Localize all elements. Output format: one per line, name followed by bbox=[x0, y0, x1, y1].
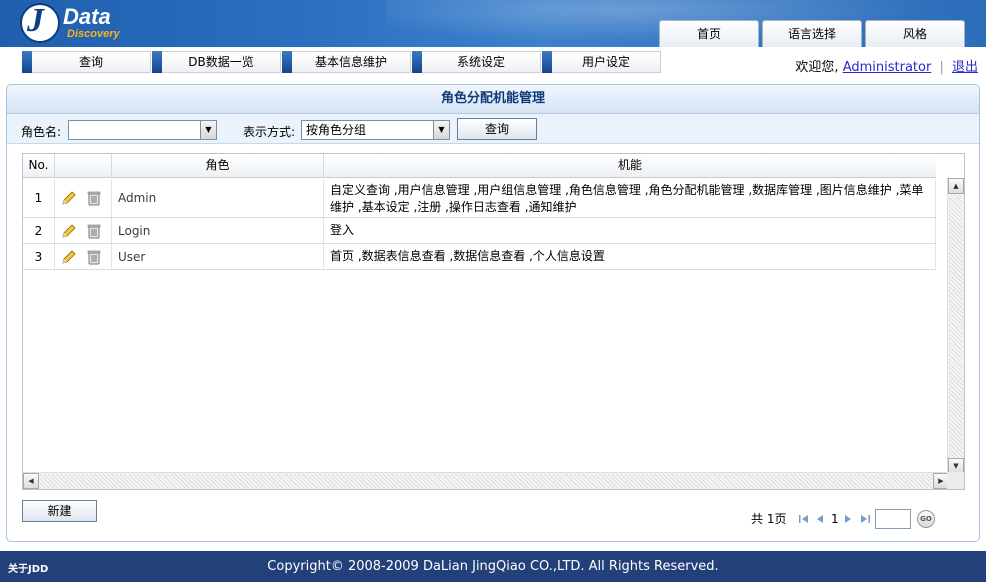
filter-bar: 角色名: ▼ 表示方式: 按角色分组 ▼ 查询 bbox=[7, 114, 979, 144]
row-role: Admin bbox=[112, 179, 324, 217]
role-name-label: 角色名: bbox=[21, 125, 62, 139]
welcome-area: 欢迎您, Administrator | 退出 bbox=[795, 56, 978, 75]
role-name-select[interactable]: ▼ bbox=[68, 120, 217, 140]
row-no: 3 bbox=[23, 244, 55, 269]
delete-trash-icon[interactable] bbox=[86, 249, 102, 265]
page-number-input[interactable] bbox=[875, 509, 911, 529]
display-mode-label: 表示方式: bbox=[243, 125, 296, 139]
delete-trash-icon[interactable] bbox=[86, 190, 102, 206]
row-no: 1 bbox=[23, 179, 55, 217]
horizontal-scrollbar[interactable]: ◀ ▶ bbox=[23, 472, 949, 489]
first-page-icon[interactable] bbox=[798, 513, 810, 525]
chevron-down-icon[interactable]: ▼ bbox=[433, 121, 449, 139]
row-role: User bbox=[112, 244, 324, 269]
role-grid: No. 角色 机能 1 Admin 自定义查询 ,用户信息管理 ,用户组信息管理… bbox=[22, 153, 965, 490]
row-functions: 首页 ,数据表信息查看 ,数据信息查看 ,个人信息设置 bbox=[324, 244, 936, 269]
search-button[interactable]: 查询 bbox=[457, 118, 537, 140]
row-actions bbox=[55, 218, 112, 243]
logo-name: Data bbox=[63, 4, 111, 29]
tab-language[interactable]: 语言选择 bbox=[762, 20, 862, 47]
row-actions bbox=[55, 179, 112, 217]
row-actions bbox=[55, 244, 112, 269]
user-link[interactable]: Administrator bbox=[843, 60, 932, 75]
display-mode-value: 按角色分组 bbox=[306, 123, 367, 137]
header-actions bbox=[55, 154, 112, 178]
nav-user-settings[interactable]: 用户设定 bbox=[542, 51, 661, 73]
row-functions: 登入 bbox=[324, 218, 936, 243]
delete-trash-icon[interactable] bbox=[86, 223, 102, 239]
header-role: 角色 bbox=[112, 154, 324, 178]
edit-pencil-icon[interactable] bbox=[61, 223, 77, 239]
header-no: No. bbox=[23, 154, 55, 178]
display-mode-select[interactable]: 按角色分组 ▼ bbox=[301, 120, 450, 140]
scroll-track[interactable] bbox=[40, 474, 932, 488]
last-page-icon[interactable] bbox=[859, 513, 871, 525]
vertical-scrollbar[interactable]: ▲ ▼ bbox=[947, 178, 964, 474]
role-function-panel: 角色分配机能管理 角色名: ▼ 表示方式: 按角色分组 ▼ 查询 No. 角色 … bbox=[6, 84, 980, 542]
nav-basic-info[interactable]: 基本信息维护 bbox=[282, 51, 411, 73]
welcome-separator: | bbox=[939, 60, 944, 75]
go-button[interactable]: GO bbox=[917, 510, 935, 528]
scroll-left-icon[interactable]: ◀ bbox=[23, 473, 39, 489]
logo-tagline: Discovery bbox=[67, 28, 120, 40]
edit-pencil-icon[interactable] bbox=[61, 190, 77, 206]
logo-letter: J bbox=[27, 2, 44, 39]
prev-page-icon[interactable] bbox=[815, 513, 825, 525]
next-page-icon[interactable] bbox=[843, 513, 853, 525]
grid-header: No. 角色 机能 bbox=[23, 154, 936, 178]
nav-system-settings[interactable]: 系统设定 bbox=[412, 51, 541, 73]
scroll-track[interactable] bbox=[949, 195, 963, 457]
tab-style[interactable]: 风格 bbox=[865, 20, 965, 47]
welcome-greeting: 欢迎您, bbox=[795, 60, 839, 75]
app-footer: 关于JDD Copyright© 2008-2009 DaLian JingQi… bbox=[0, 551, 986, 582]
table-row: 2 Login 登入 bbox=[23, 218, 936, 244]
table-row: 1 Admin 自定义查询 ,用户信息管理 ,用户组信息管理 ,角色信息管理 ,… bbox=[23, 179, 936, 218]
row-functions: 自定义查询 ,用户信息管理 ,用户组信息管理 ,角色信息管理 ,角色分配机能管理… bbox=[324, 179, 936, 217]
scroll-corner bbox=[947, 472, 964, 489]
row-no: 2 bbox=[23, 218, 55, 243]
nav-db-overview[interactable]: DB数据一览 bbox=[152, 51, 281, 73]
header-function: 机能 bbox=[617, 158, 642, 172]
row-role: Login bbox=[112, 218, 324, 243]
copyright-text: Copyright© 2008-2009 DaLian JingQiao CO.… bbox=[267, 559, 719, 574]
page-total: 共 1页 bbox=[751, 512, 787, 526]
table-row: 3 User 首页 ,数据表信息查看 ,数据信息查看 ,个人信息设置 bbox=[23, 244, 936, 270]
scroll-up-icon[interactable]: ▲ bbox=[948, 178, 964, 194]
logout-link[interactable]: 退出 bbox=[952, 60, 978, 75]
panel-title: 角色分配机能管理 bbox=[7, 85, 979, 114]
tab-home[interactable]: 首页 bbox=[659, 20, 759, 47]
main-nav: 查询 DB数据一览 基本信息维护 系统设定 用户设定 欢迎您, Administ… bbox=[0, 47, 986, 76]
edit-pencil-icon[interactable] bbox=[61, 249, 77, 265]
new-button[interactable]: 新建 bbox=[22, 500, 97, 522]
chevron-down-icon[interactable]: ▼ bbox=[200, 121, 216, 139]
current-page: 1 bbox=[831, 512, 839, 526]
nav-query[interactable]: 查询 bbox=[22, 51, 151, 73]
pager: 共 1页 1 GO bbox=[751, 509, 961, 529]
